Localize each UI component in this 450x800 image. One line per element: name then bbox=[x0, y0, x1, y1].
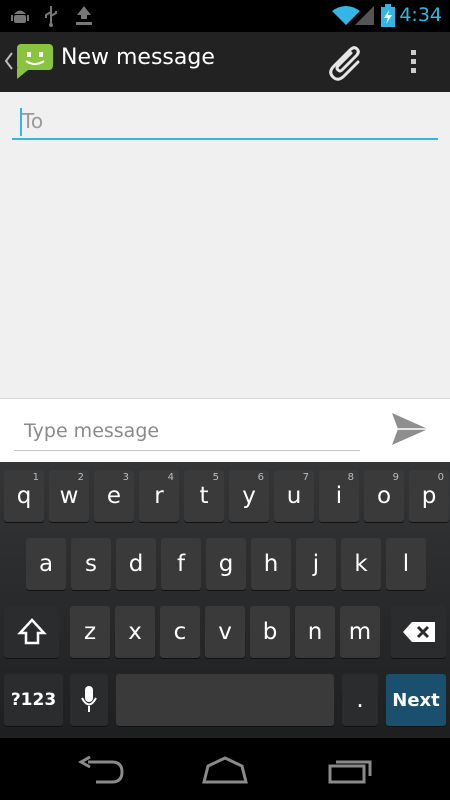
compose-bar bbox=[0, 398, 450, 463]
key-label: o bbox=[376, 483, 392, 509]
key-t[interactable]: t5 bbox=[184, 470, 224, 522]
android-debug-icon bbox=[11, 10, 29, 23]
download-icon bbox=[76, 6, 92, 25]
action-bar: New message bbox=[0, 32, 450, 93]
key-g[interactable]: g bbox=[206, 538, 246, 590]
key-label: e bbox=[106, 483, 122, 509]
page-title: New message bbox=[61, 45, 215, 70]
navigation-bar bbox=[0, 738, 450, 800]
key-label: w bbox=[59, 483, 79, 509]
soft-keyboard: q1w2e3r4t5y6u7i8o9p0 asdfghjkl zxcvbnm ?… bbox=[0, 462, 450, 738]
key-x[interactable]: x bbox=[115, 606, 155, 658]
battery-charging-icon bbox=[381, 4, 395, 27]
recent-apps-icon[interactable] bbox=[328, 756, 374, 784]
key-n[interactable]: n bbox=[295, 606, 335, 658]
key-q[interactable]: q1 bbox=[4, 470, 44, 522]
key-hint: 5 bbox=[212, 472, 219, 483]
key-hint: 0 bbox=[437, 472, 444, 483]
home-icon[interactable] bbox=[202, 756, 248, 784]
next-key[interactable]: Next bbox=[386, 674, 446, 726]
shift-key[interactable] bbox=[4, 606, 59, 658]
key-v[interactable]: v bbox=[205, 606, 245, 658]
key-b[interactable]: b bbox=[250, 606, 290, 658]
status-bar: 4:34 bbox=[0, 0, 450, 32]
microphone-icon bbox=[81, 686, 97, 712]
key-c[interactable]: c bbox=[160, 606, 200, 658]
usb-icon bbox=[45, 6, 57, 27]
key-h[interactable]: h bbox=[251, 538, 291, 590]
backspace-icon bbox=[402, 622, 435, 642]
key-hint: 9 bbox=[392, 472, 399, 483]
backspace-key[interactable] bbox=[391, 606, 446, 658]
chevron-left-icon bbox=[4, 52, 13, 70]
key-u[interactable]: u7 bbox=[274, 470, 314, 522]
key-label: t bbox=[199, 483, 209, 509]
period-key[interactable]: . bbox=[342, 674, 378, 726]
key-label: i bbox=[335, 483, 343, 509]
key-hint: 2 bbox=[77, 472, 84, 483]
key-w[interactable]: w2 bbox=[49, 470, 89, 522]
key-a[interactable]: a bbox=[26, 538, 66, 590]
space-key[interactable] bbox=[116, 674, 334, 726]
key-label: u bbox=[286, 483, 302, 509]
messaging-app-icon bbox=[17, 44, 53, 79]
key-e[interactable]: e3 bbox=[94, 470, 134, 522]
key-hint: 1 bbox=[32, 472, 39, 483]
key-y[interactable]: y6 bbox=[229, 470, 269, 522]
overflow-menu-icon[interactable] bbox=[408, 48, 420, 76]
signal-icon bbox=[355, 6, 374, 25]
key-label: q bbox=[16, 483, 32, 509]
key-hint: 7 bbox=[302, 472, 309, 483]
to-field[interactable] bbox=[12, 104, 438, 140]
key-r[interactable]: r4 bbox=[139, 470, 179, 522]
key-m[interactable]: m bbox=[340, 606, 380, 658]
send-icon[interactable] bbox=[390, 411, 430, 447]
key-j[interactable]: j bbox=[296, 538, 336, 590]
key-p[interactable]: p0 bbox=[409, 470, 449, 522]
shift-icon bbox=[16, 618, 47, 645]
voice-input-key[interactable] bbox=[70, 674, 108, 726]
key-hint: 8 bbox=[347, 472, 354, 483]
message-input[interactable] bbox=[14, 411, 360, 451]
key-label: p bbox=[421, 483, 437, 509]
key-hint: 6 bbox=[257, 472, 264, 483]
recipient-area bbox=[0, 92, 450, 398]
key-o[interactable]: o9 bbox=[364, 470, 404, 522]
attach-icon[interactable] bbox=[328, 40, 364, 84]
key-k[interactable]: k bbox=[341, 538, 381, 590]
key-hint: 3 bbox=[122, 472, 129, 483]
text-cursor bbox=[20, 108, 22, 136]
key-label: y bbox=[242, 483, 256, 509]
key-label: r bbox=[154, 483, 164, 509]
key-s[interactable]: s bbox=[71, 538, 111, 590]
back-icon[interactable] bbox=[78, 756, 124, 784]
key-z[interactable]: z bbox=[70, 606, 110, 658]
status-time: 4:34 bbox=[399, 4, 442, 26]
key-l[interactable]: l bbox=[386, 538, 426, 590]
key-d[interactable]: d bbox=[116, 538, 156, 590]
key-f[interactable]: f bbox=[161, 538, 201, 590]
key-hint: 4 bbox=[167, 472, 174, 483]
symbols-key[interactable]: ?123 bbox=[4, 674, 63, 726]
key-i[interactable]: i8 bbox=[319, 470, 359, 522]
up-button[interactable] bbox=[0, 32, 58, 92]
